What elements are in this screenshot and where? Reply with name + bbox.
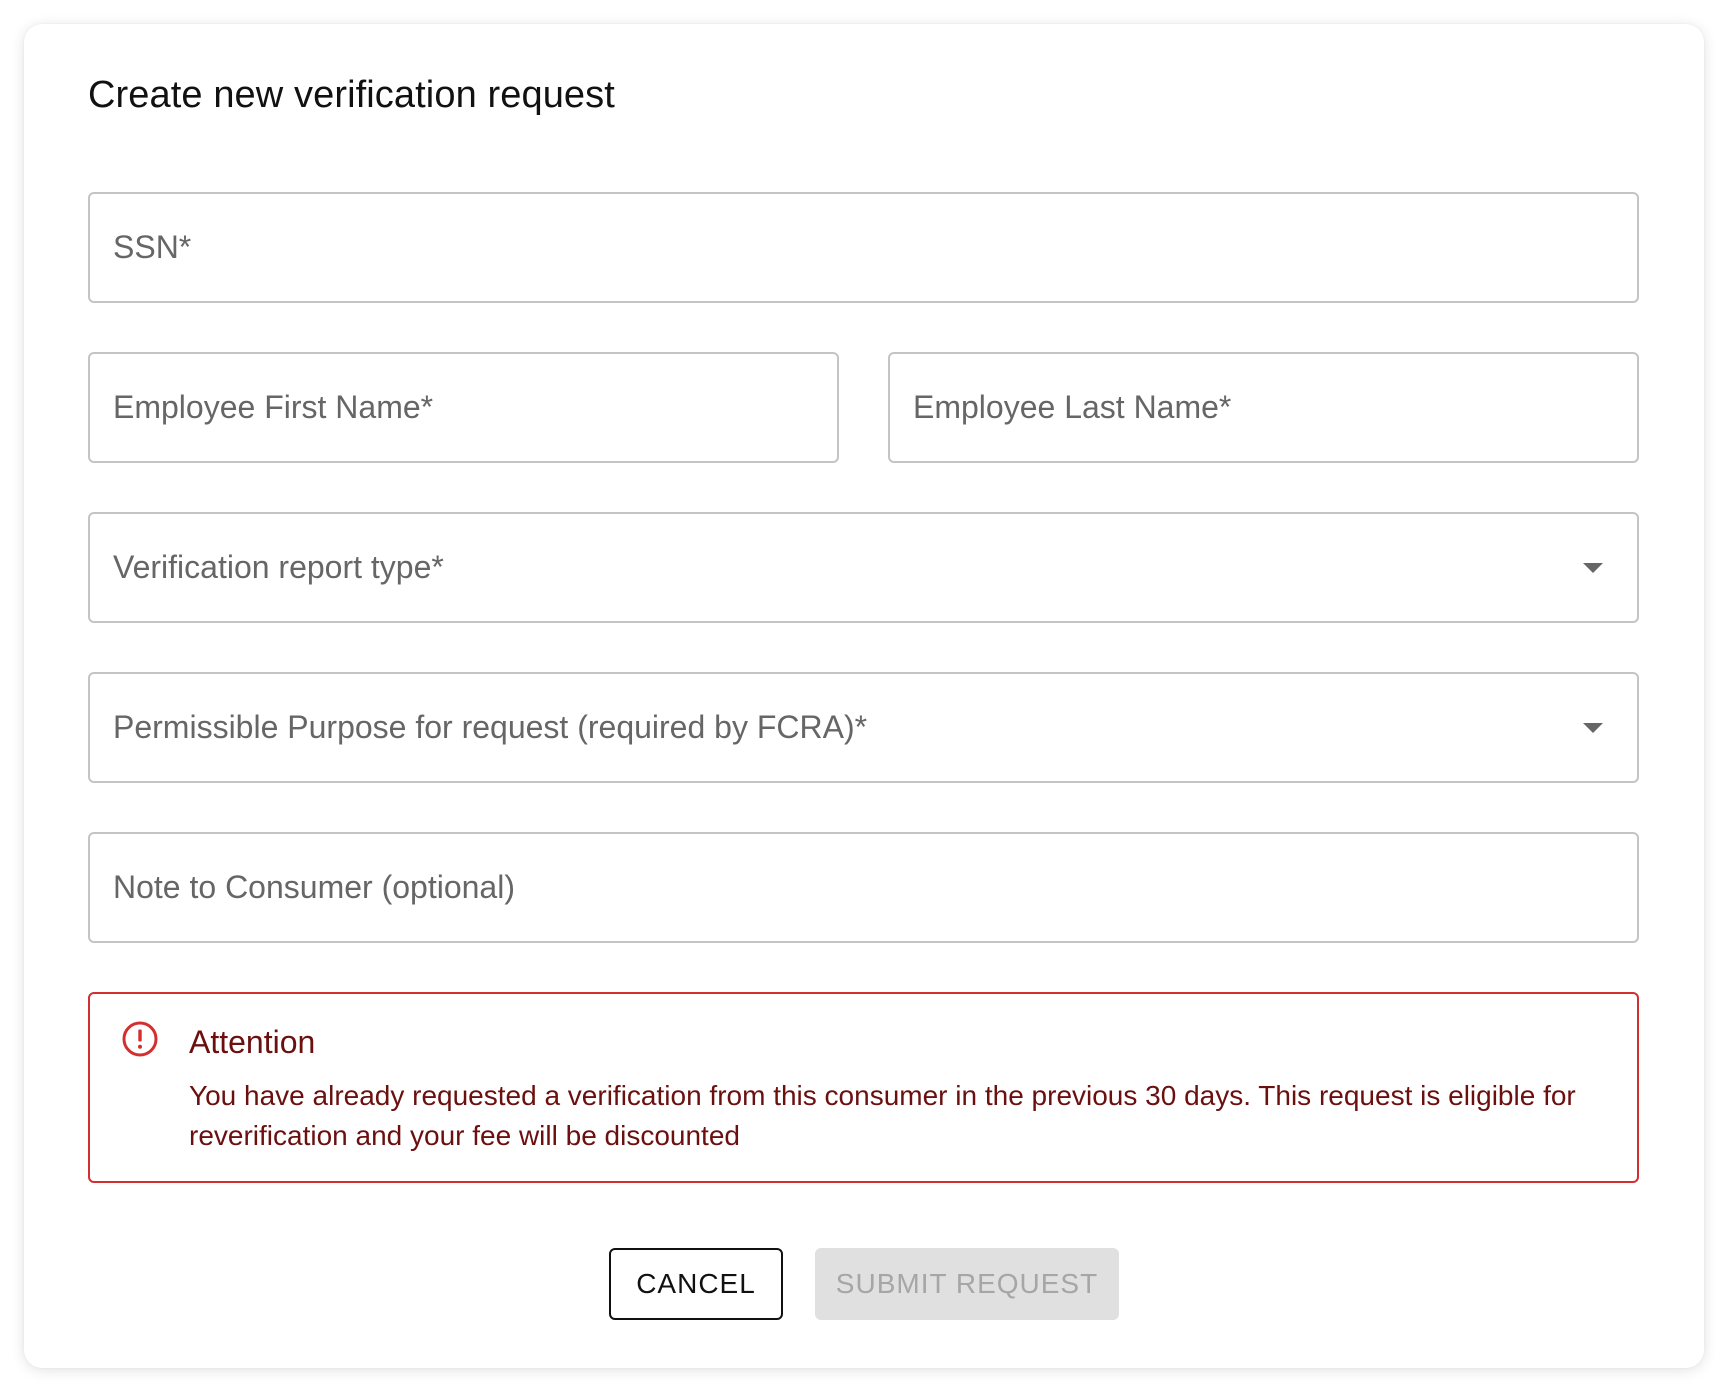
ssn-field[interactable]: [88, 192, 1639, 303]
report-type-select[interactable]: Verification report type*: [88, 512, 1639, 623]
dropdown-arrow-icon: [1583, 562, 1603, 573]
alert-message: You have already requested a verificatio…: [189, 1080, 1576, 1151]
note-field[interactable]: [88, 832, 1639, 943]
submit-request-button[interactable]: SUBMIT REQUEST: [815, 1248, 1119, 1320]
last-name-field[interactable]: [888, 352, 1639, 463]
cancel-button[interactable]: CANCEL: [609, 1248, 783, 1320]
last-name-input[interactable]: [913, 389, 1615, 426]
first-name-input[interactable]: [113, 389, 815, 426]
alert-title: Attention: [189, 1024, 316, 1060]
ssn-input[interactable]: [113, 229, 1615, 266]
first-name-field[interactable]: [88, 352, 839, 463]
report-type-label: Verification report type*: [113, 549, 444, 585]
attention-alert: Attention You have already requested a v…: [88, 992, 1639, 1183]
verification-request-dialog: Create new verification request Verifica…: [24, 24, 1704, 1368]
error-circle-icon: [122, 1021, 158, 1057]
dropdown-arrow-icon: [1583, 722, 1603, 733]
note-input[interactable]: [113, 869, 1615, 906]
dialog-title: Create new verification request: [88, 74, 615, 116]
permissible-purpose-select[interactable]: Permissible Purpose for request (require…: [88, 672, 1639, 783]
permissible-purpose-label: Permissible Purpose for request (require…: [113, 709, 868, 745]
